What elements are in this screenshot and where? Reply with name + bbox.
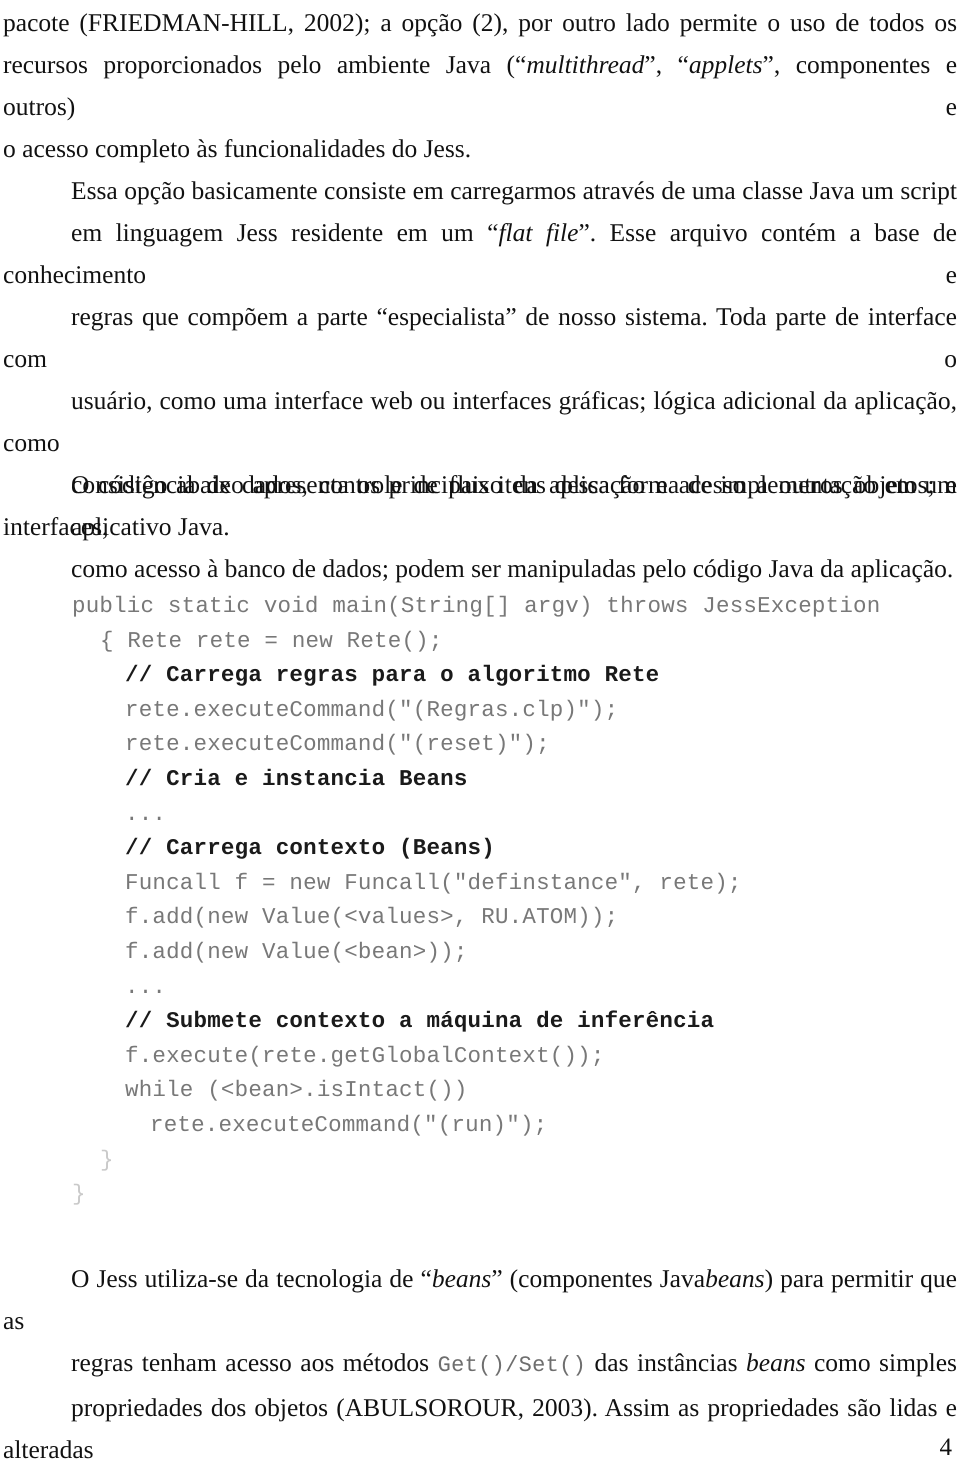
italic-term: applets — [688, 50, 763, 79]
code-line: // Cria e instancia Beans — [125, 765, 468, 792]
code-line: // Carrega contexto (Beans) — [125, 835, 495, 862]
code-listing: public static void main(String[] argv) t… — [0, 589, 960, 1212]
text-line: O código abaixo apresenta os principais … — [71, 470, 957, 499]
text-line: pacote (FRIEDMAN-HILL, 2002); a opção (2… — [3, 8, 957, 37]
italic-term: flat file — [498, 218, 579, 247]
italic-term: multithread — [526, 50, 645, 79]
inline-code: Get()/Set() — [437, 1353, 587, 1378]
text-line: aplicativo Java. — [71, 512, 230, 541]
code-line: f.add(new Value(<values>, RU.ATOM)); — [125, 904, 619, 931]
code-line: // Submete contexto a máquina de inferên… — [125, 1008, 715, 1035]
paragraph-beans: O Jess utiliza-se da tecnologia de “bean… — [3, 1258, 957, 1471]
code-line: } — [72, 1181, 86, 1208]
text-line: regras tenham acesso aos métodos Get()/S… — [71, 1348, 957, 1378]
code-line: public static void main(String[] argv) t… — [72, 593, 881, 619]
text-line: em linguagem Jess residente em um “flat … — [3, 218, 958, 289]
italic-term: beans — [705, 1264, 765, 1293]
code-line: rete.executeCommand("(run)"); — [150, 1111, 548, 1138]
text-line: propriedades dos objetos (ABULSOROUR, 20… — [3, 1393, 957, 1464]
text-line: recursos proporcionados pelo ambiente Ja… — [3, 50, 958, 121]
code-line: { Rete rete = new Rete(); — [100, 627, 443, 654]
code-line: f.execute(rete.getGlobalContext()); — [125, 1042, 605, 1069]
text-line: regras que compõem a parte “especialista… — [3, 302, 957, 373]
code-line: } — [100, 1146, 114, 1173]
code-line: rete.executeCommand("(Regras.clp)"); — [125, 696, 619, 723]
paragraph-code-intro: O código abaixo apresenta os principais … — [3, 464, 957, 548]
code-line: Funcall f = new Funcall("definstance", r… — [125, 869, 742, 896]
italic-term: beans — [431, 1264, 492, 1293]
page-number: 4 — [939, 1434, 953, 1461]
code-line: while (<bean>.isIntact()) — [125, 1077, 468, 1104]
italic-term: beans — [746, 1348, 806, 1377]
text-line: usuário, como uma interface web ou inter… — [3, 386, 957, 457]
text-line: O Jess utiliza-se da tecnologia de “bean… — [3, 1264, 957, 1335]
code-line: rete.executeCommand("(reset)"); — [125, 731, 550, 758]
code-line: f.add(new Value(<bean>)); — [125, 938, 468, 965]
text-line: o acesso completo às funcionalidades do … — [3, 134, 472, 163]
text-line: Essa opção basicamente consiste em carre… — [71, 176, 957, 205]
code-line: // Carrega regras para o algoritmo Rete — [125, 662, 660, 689]
document-page: pacote (FRIEDMAN-HILL, 2002); a opção (2… — [0, 0, 960, 1471]
code-line: ... — [125, 800, 167, 827]
code-line: ... — [125, 973, 167, 1000]
paragraph-continuation: pacote (FRIEDMAN-HILL, 2002); a opção (2… — [3, 2, 957, 170]
text-line: como acesso à banco de dados; podem ser … — [71, 554, 954, 583]
